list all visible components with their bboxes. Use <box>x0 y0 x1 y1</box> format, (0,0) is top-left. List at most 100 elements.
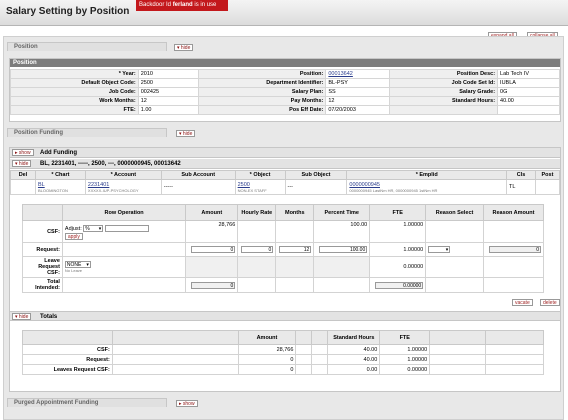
request-amount-input[interactable]: 0 <box>191 246 236 253</box>
sub-object-cell: --- <box>284 179 348 195</box>
position-row: Job Code: 002425 Salary Plan: SS Salary Grad… <box>10 87 560 97</box>
position-field-label: Job Code Set Id: <box>389 78 499 88</box>
emplid-cell: 0000000945 0000000945 LastNm HR, 00000009… <box>346 179 507 195</box>
funding-line-header: Sub Object <box>284 170 348 180</box>
position-section-header: Position <box>10 59 560 67</box>
detail-corner <box>22 204 63 221</box>
page-title: Salary Setting by Position <box>6 6 130 17</box>
position-hide-button[interactable]: ▾ hide <box>174 44 194 51</box>
totals-blank <box>485 354 544 365</box>
totals-row-label: Request: <box>22 354 113 365</box>
totals-row-label: CSF: <box>22 344 113 355</box>
adjust-input[interactable] <box>104 224 149 232</box>
leave-reason-select <box>425 256 484 278</box>
position-funding-hide-button[interactable]: ▾ hide <box>176 130 196 137</box>
position-field-value: 0G <box>497 87 560 97</box>
total-row-op <box>61 277 187 293</box>
totals-amount: 0 <box>237 364 297 375</box>
position-field-value: BL-PSY <box>325 78 391 88</box>
position-field-value: 40.00 <box>497 96 560 106</box>
total-intended-amount: 0 <box>191 281 236 289</box>
tab-purged-label: Purged Appointment Funding <box>14 400 99 406</box>
totals-hours: 0.00 <box>327 364 381 375</box>
position-field-value: 2010 <box>137 69 199 79</box>
emplid-link[interactable]: 0000000945 <box>349 182 380 188</box>
csf-percent: 100.00 <box>313 220 371 243</box>
funding-detail-header: Reason Amount <box>482 204 545 221</box>
position-number-link[interactable]: 00013642 <box>328 71 352 77</box>
totals-blank <box>111 354 239 365</box>
totals-blank <box>485 364 544 375</box>
request-months-input[interactable]: 12 <box>279 246 312 253</box>
totals-amount: 0 <box>237 354 297 365</box>
total-reason-amount <box>482 277 545 293</box>
funding-line-header: Cls <box>506 170 536 180</box>
add-funding-label: Add Funding <box>40 150 77 156</box>
total-percent <box>313 277 371 293</box>
position-row: FTE: 1.00 Pos Eff Date: 07/20/2003 <box>10 105 560 115</box>
apply-button[interactable]: apply <box>64 232 83 240</box>
position-field-label: * Year: <box>10 69 139 79</box>
totals-row: Request: 0 40.00 1.00000 <box>22 354 544 365</box>
funding-line-title: BL, 2231401, -----, 2500, ---, 000000094… <box>40 161 181 167</box>
request-percent-input[interactable]: 100.00 <box>319 246 368 253</box>
position-field-label: Default Object Code: <box>10 78 139 88</box>
totals-corner <box>22 330 113 345</box>
tab-position-label: Position <box>14 44 38 50</box>
totals-blank <box>295 354 313 365</box>
delete-button[interactable]: delete <box>540 299 560 306</box>
request-reason-amount-cell: 0 <box>482 242 545 257</box>
position-field-label: Position: <box>197 69 327 79</box>
funding-line-bar: ▾ hide BL, 2231401, -----, 2500, ---, 00… <box>10 159 560 169</box>
adjust-select[interactable]: % <box>83 224 104 232</box>
totals-row-label: Leaves Request CSF: <box>22 364 113 375</box>
funding-line-hide-button[interactable]: ▾ hide <box>12 160 32 167</box>
vacate-button[interactable]: vacate <box>512 299 533 306</box>
position-field-label: FTE: <box>10 105 139 115</box>
request-hourly-input[interactable]: 0 <box>241 246 274 253</box>
lock-warning-user: ferland <box>172 2 193 8</box>
request-reason-select-cell <box>425 242 484 257</box>
tab-position: Position <box>7 42 167 51</box>
add-funding-show-button[interactable]: ▸ show <box>12 149 34 156</box>
position-field-value: 002425 <box>137 87 199 97</box>
position-field-label: Pos Eff Date: <box>197 105 327 115</box>
csf-reason-select <box>425 220 484 243</box>
leave-fte: 0.00000 <box>369 256 427 278</box>
funding-detail-header: Months <box>275 204 315 221</box>
lock-warning-banner: Backdoor Id ferland is in use <box>136 0 228 11</box>
chart-cell: BL BLOOMINGTON <box>34 179 86 195</box>
reason-amount-input[interactable]: 0 <box>489 246 541 253</box>
position-field-value: 12 <box>137 96 199 106</box>
lock-warning-prefix: Backdoor Id <box>139 2 173 8</box>
totals-fte: 0.00000 <box>379 364 431 375</box>
funding-line-header: Del <box>10 170 36 180</box>
position-panel: Position * Year: 2010 Position: 00013642 Pos… <box>9 58 561 122</box>
lock-warning-suffix: is in use <box>192 2 217 8</box>
request-row-op <box>61 242 187 257</box>
csf-reason-amount <box>482 220 545 243</box>
totals-col-blank5 <box>485 330 544 345</box>
object-link[interactable]: 2500 <box>238 182 250 188</box>
totals-col-hours: Standard Hours <box>327 330 381 345</box>
funding-line-table: Del * Chart * Account Sub Account * Object Su… <box>10 170 561 195</box>
position-row: Work Months: 12 Pay Months: 12 Standard Hour… <box>10 96 560 106</box>
total-intended-fte: 0.00000 <box>375 281 424 289</box>
totals-blank <box>111 344 239 355</box>
account-link[interactable]: 2231401 <box>88 182 109 188</box>
reason-select[interactable] <box>428 246 451 253</box>
leave-reason-amount <box>482 256 545 278</box>
purged-show-button[interactable]: ▸ show <box>176 400 198 407</box>
position-field-value <box>497 105 560 115</box>
leave-select[interactable]: NONE <box>64 261 91 268</box>
funding-line-header: * Emplid <box>346 170 507 180</box>
totals-blank <box>311 364 329 375</box>
request-percent-cell: 100.00 <box>313 242 371 257</box>
totals-hide-button[interactable]: ▾ hide <box>12 313 32 320</box>
total-reason-select <box>425 277 484 293</box>
total-intended-label: Total Intended: <box>22 277 63 293</box>
position-field-label: Salary Grade: <box>389 87 499 97</box>
chart-link[interactable]: BL <box>38 182 45 188</box>
chart-desc: BLOOMINGTON <box>37 187 68 193</box>
adjust-select-value: % <box>85 225 90 232</box>
